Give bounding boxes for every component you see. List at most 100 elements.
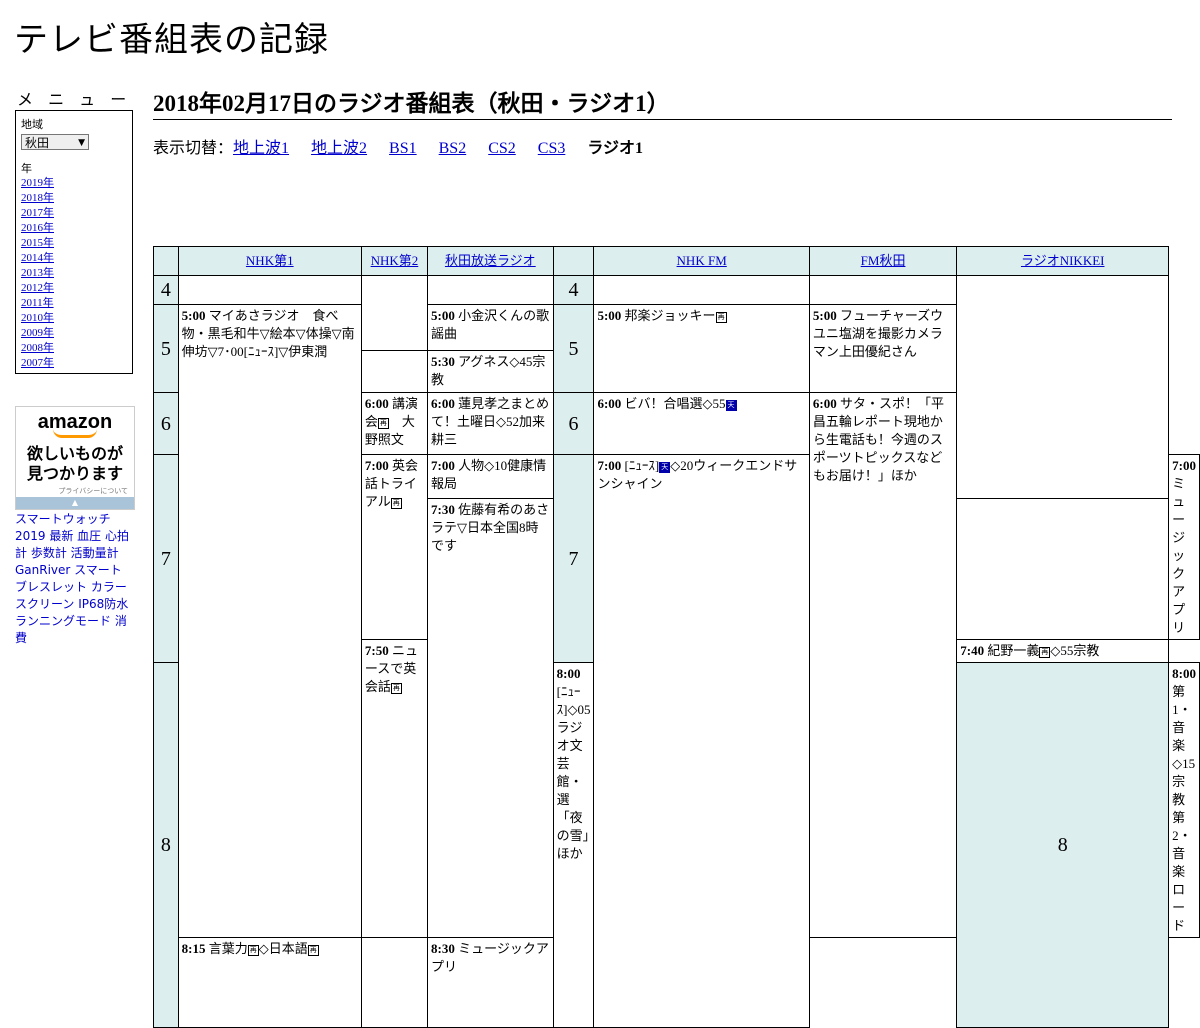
year-link-2009[interactable]: 2009年: [21, 326, 127, 341]
program-cell[interactable]: 8:30 ミュージックアプリ: [426, 937, 554, 1028]
switch-link-cs2[interactable]: CS2: [488, 140, 516, 157]
rebroadcast-icon: 再: [390, 498, 402, 509]
program-time: 5:00: [812, 308, 837, 323]
program-time: 5:00: [430, 308, 455, 323]
program-title: 紀野一義: [987, 643, 1040, 658]
program-title: ミュージックアプリ: [1172, 476, 1186, 635]
channel-link-fmakita[interactable]: FM秋田: [861, 253, 906, 268]
program-cell[interactable]: 6:00 ビバ！合唱選◇55 天: [593, 392, 810, 455]
switch-link-bs1[interactable]: BS1: [389, 140, 417, 157]
switch-link-chijou2[interactable]: 地上波2: [311, 140, 367, 157]
program-cell[interactable]: 8:15 言葉力再 ◇日本語再: [177, 937, 362, 1028]
grid-corner-left: [153, 246, 179, 276]
program-cell[interactable]: 5:00 邦楽ジョッキー再: [593, 304, 810, 393]
program-time: 8:00: [556, 666, 581, 681]
program-cell[interactable]: 7:00 人物◇10健康情報局: [426, 454, 554, 499]
program-cell[interactable]: 7:30 佐藤有希のあさラテ▽日本全国8時です: [426, 498, 554, 938]
program-cell[interactable]: 7:00 ミュージックアプリ: [1168, 454, 1200, 640]
ad-collapse-bar[interactable]: ▲: [16, 497, 134, 509]
program-time: 6:00: [430, 396, 455, 411]
program-cell[interactable]: 5:00 マイあさラジオ 食べ物・黒毛和牛▽絵本▽体操▽南伸坊▽7･00[ﾆｭｰ…: [177, 304, 362, 938]
year-link-2019[interactable]: 2019年: [21, 176, 127, 191]
view-switcher: 表示切替：地上波1 地上波2 BS1 BS2 CS2 CS3 ラジオ1: [153, 134, 643, 158]
year-link-2012[interactable]: 2012年: [21, 281, 127, 296]
year-link-2017[interactable]: 2017年: [21, 206, 127, 221]
channel-link-abs[interactable]: 秋田放送ラジオ: [445, 253, 536, 268]
program-cell[interactable]: 8:00 [ﾆｭｰｽ]◇05ラジオ文芸館・選「夜の雪」ほか: [552, 662, 595, 1028]
program-title: ビバ！合唱選◇55: [624, 396, 726, 411]
program-cell[interactable]: 7:40 紀野一義再 ◇55宗教: [956, 639, 1170, 663]
program-cell[interactable]: 6:00 蓮見孝之まとめて！土曜日◇52加来耕三: [426, 392, 554, 455]
channel-link-nhkfm[interactable]: NHK FM: [677, 253, 727, 268]
channel-header-nhk1[interactable]: NHK第1: [177, 246, 362, 276]
channel-header-fmakita[interactable]: FM秋田: [808, 246, 958, 276]
switch-link-bs2[interactable]: BS2: [439, 140, 467, 157]
hour-label-4-mid: 4: [552, 275, 595, 305]
channel-header-nikkei[interactable]: ラジオNIKKEI: [956, 246, 1170, 276]
channel-link-nikkei[interactable]: ラジオNIKKEI: [1021, 253, 1105, 268]
year-link-2018[interactable]: 2018年: [21, 191, 127, 206]
program-cell-empty: [593, 275, 810, 305]
program-cell[interactable]: 7:00 [ﾆｭｰｽ] 天 ◇20ウィークエンドサンシャイン: [593, 454, 810, 1028]
year-link-2014[interactable]: 2014年: [21, 251, 127, 266]
year-link-2008[interactable]: 2008年: [21, 341, 127, 356]
grid-corner-mid: [552, 246, 595, 276]
rebroadcast-icon: 再: [715, 312, 727, 323]
rebroadcast-icon: 再: [1039, 647, 1051, 658]
program-time: 7:00: [364, 458, 389, 473]
region-select[interactable]: 秋田 ▼: [21, 134, 89, 150]
menu-box: 地域 秋田 ▼ 年 2019年 2018年 2017年 2016年 2015年 …: [15, 110, 133, 374]
program-cell[interactable]: 8:00 第1・音楽◇15宗教第2・音楽ロード: [1168, 662, 1200, 938]
year-link-2016[interactable]: 2016年: [21, 221, 127, 236]
channel-header-nhk2[interactable]: NHK第2: [360, 246, 428, 276]
hour-label-8-mid: 8: [956, 662, 1170, 1028]
channel-link-nhk2[interactable]: NHK第2: [371, 253, 419, 268]
hour-label-5: 5: [153, 304, 179, 393]
program-cell[interactable]: 7:00 英会話トライアル再: [360, 454, 428, 640]
channel-header-abs[interactable]: 秋田放送ラジオ: [426, 246, 554, 276]
hour-label-7-mid: 7: [552, 454, 595, 663]
year-link-2015[interactable]: 2015年: [21, 236, 127, 251]
program-cell-empty: [360, 937, 428, 1028]
switch-link-chijou1[interactable]: 地上波1: [233, 140, 289, 157]
ad-product-link[interactable]: スマートウォッチ 2019 最新 血圧 心拍計 歩数計 活動量計 GanRive…: [15, 512, 129, 645]
program-cell[interactable]: 6:00 サタ・スポ！「平昌五輪レポート現地から生電話も！今週のスポーツトピック…: [808, 392, 958, 938]
weather-icon: 天: [659, 462, 671, 473]
program-cell[interactable]: 6:00 講演会再 大野照文: [360, 392, 428, 455]
program-cell[interactable]: 5:00 小金沢くんの歌謡曲: [426, 304, 554, 351]
program-title: [ﾆｭｰｽ]◇05ラジオ文芸館・選「夜の雪」ほか: [556, 684, 591, 861]
ad-privacy-link[interactable]: プライバシーについて: [16, 486, 134, 496]
program-title: 第1・音楽◇15宗教第2・音楽ロード: [1172, 684, 1196, 933]
site-title: テレビ番組表の記録: [14, 20, 329, 60]
amazon-ad[interactable]: amazon 欲しいものが 見つかります プライバシーについて ▲: [15, 406, 135, 510]
ad-copy-line2: 見つかります: [26, 464, 123, 483]
program-title: マイあさラジオ 食べ物・黒毛和牛▽絵本▽体操▽南伸坊▽7･00[ﾆｭｰｽ]▽伊東…: [181, 308, 355, 359]
year-link-2010[interactable]: 2010年: [21, 311, 127, 326]
program-cell[interactable]: 5:00 フューチャーズウユニ塩湖を撮影カメラマン上田優紀さん: [808, 304, 958, 393]
amazon-logo: amazon: [37, 411, 113, 433]
switch-link-cs3[interactable]: CS3: [538, 140, 566, 157]
program-cell-empty: [426, 275, 554, 305]
rebroadcast-icon: 再: [247, 945, 259, 956]
rebroadcast-icon: 再: [390, 683, 402, 694]
channel-header-nhkfm[interactable]: NHK FM: [593, 246, 810, 276]
ad-product-text[interactable]: スマートウォッチ 2019 最新 血圧 心拍計 歩数計 活動量計 GanRive…: [15, 511, 133, 647]
program-time: 8:30: [430, 941, 455, 956]
program-time: 7:00: [597, 458, 622, 473]
hour-label-5-mid: 5: [552, 304, 595, 393]
program-cell-empty: [360, 275, 428, 351]
program-cell-empty: [360, 350, 428, 393]
chevron-up-icon: ▲: [71, 498, 79, 507]
program-cell[interactable]: 5:30 アグネス◇45宗教: [426, 350, 554, 393]
channel-link-nhk1[interactable]: NHK第1: [246, 253, 294, 268]
program-cell-empty: [808, 275, 958, 305]
program-title: 言葉力: [208, 941, 248, 956]
region-label: 地域: [21, 119, 43, 131]
year-link-2007[interactable]: 2007年: [21, 356, 127, 371]
program-cell[interactable]: 7:50 ニュースで英会話再: [360, 639, 428, 938]
page-title: 2018年02月17日のラジオ番組表（秋田・ラジオ1）: [153, 84, 1172, 120]
program-time: 7:40: [960, 643, 985, 658]
year-link-2011[interactable]: 2011年: [21, 296, 127, 311]
year-link-2013[interactable]: 2013年: [21, 266, 127, 281]
switch-current: ラジオ1: [587, 140, 644, 157]
